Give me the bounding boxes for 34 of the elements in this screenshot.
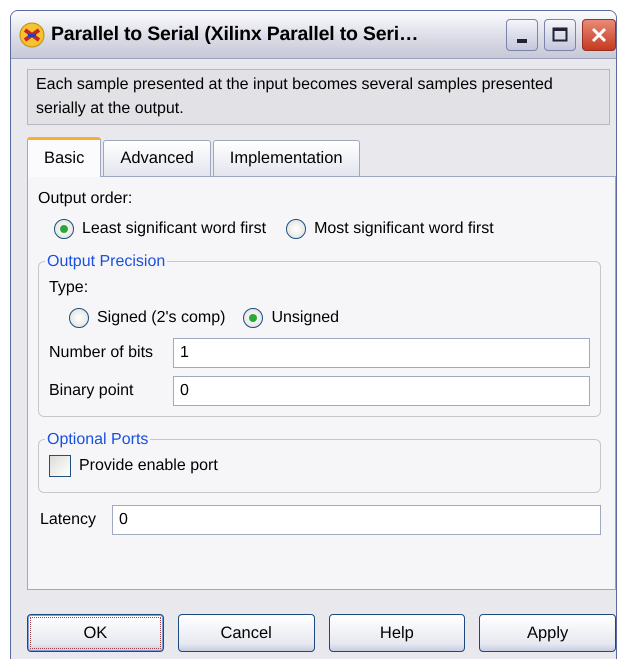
maximize-button[interactable]: [544, 18, 576, 50]
checkbox-label: Provide enable port: [79, 456, 218, 476]
maximize-icon: [551, 26, 569, 44]
field-label: Type:: [49, 278, 90, 298]
tab[interactable]: Advanced: [103, 140, 211, 176]
dialog-button[interactable]: Help: [328, 614, 466, 652]
radio-label: Least significant word first: [82, 219, 266, 239]
app-icon: [19, 22, 45, 48]
minimize-icon: [517, 38, 527, 42]
radio-label: Signed (2's comp): [97, 308, 226, 328]
radio-button[interactable]: [243, 308, 264, 328]
dialog-button[interactable]: Apply: [479, 614, 616, 652]
window-title: Parallel to Serial (Xilinx Parallel to Seri…: [51, 22, 420, 47]
tab[interactable]: Implementation: [212, 140, 360, 176]
dialog-button[interactable]: Cancel: [178, 614, 314, 652]
field-label: Number of bits: [49, 343, 154, 363]
field-label: Binary point: [49, 381, 134, 401]
tab[interactable]: Basic: [27, 137, 102, 177]
radio-label: Unsigned: [271, 308, 340, 328]
dialog-button[interactable]: OK: [27, 614, 164, 652]
input-field[interactable]: 0: [112, 505, 601, 535]
radio-label: Most significant word first: [314, 219, 494, 239]
field-label: Output order:: [38, 189, 134, 209]
input-field[interactable]: 1: [173, 338, 590, 368]
close-button[interactable]: [582, 18, 616, 50]
radio-button[interactable]: [54, 219, 74, 239]
radio-button[interactable]: [286, 219, 306, 239]
input-field[interactable]: 0: [173, 376, 590, 406]
close-icon: [590, 26, 608, 44]
minimize-button[interactable]: [506, 18, 538, 50]
checkbox[interactable]: [49, 455, 71, 477]
field-label: Latency: [40, 510, 98, 530]
radio-button[interactable]: [69, 308, 89, 328]
description-text: Each sample presented at the input becomes several samples presented serially at the output.: [27, 69, 610, 125]
